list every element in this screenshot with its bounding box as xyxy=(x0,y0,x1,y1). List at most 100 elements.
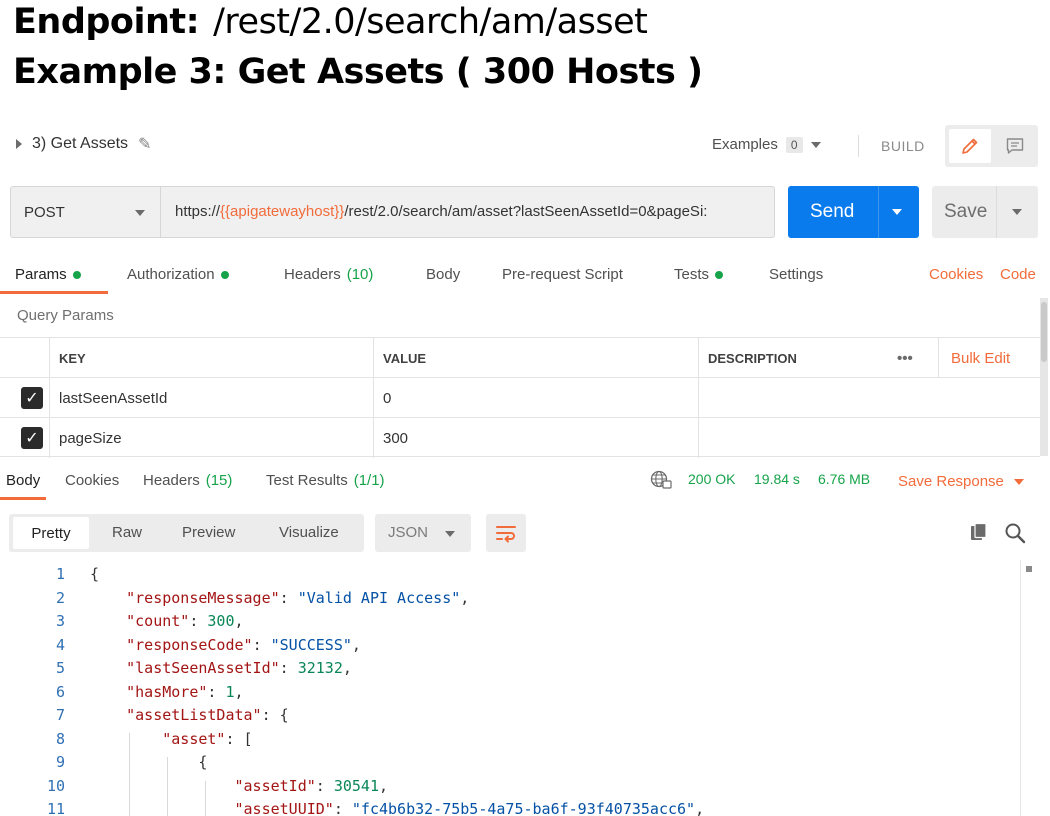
tab-settings[interactable]: Settings xyxy=(769,266,823,283)
line-number: 6 xyxy=(55,682,65,701)
tab-count: (15) xyxy=(205,472,233,489)
more-options-button[interactable]: ••• xyxy=(888,338,938,378)
code-text[interactable]: "responseCode": "SUCCESS", xyxy=(90,636,361,654)
param-key[interactable]: pageSize xyxy=(49,418,373,458)
format-pretty[interactable]: Pretty xyxy=(13,517,89,549)
examples-count-badge: 0 xyxy=(785,136,803,153)
code-text[interactable]: "count": 300, xyxy=(90,612,243,630)
response-tabs: Body Cookies Headers (15) Test Results (1/… xyxy=(0,470,1050,500)
params-scrollbar-thumb[interactable] xyxy=(1041,302,1047,362)
status-dot xyxy=(715,270,724,279)
response-status[interactable]: 200 OK xyxy=(688,471,735,487)
line-number: 9 xyxy=(55,753,65,771)
response-body-code[interactable]: 1{2 "responseMessage": "Valid API Access… xyxy=(0,565,1020,816)
row-checkbox[interactable]: ✓ xyxy=(21,387,43,409)
bulk-edit-link[interactable]: Bulk Edit xyxy=(938,338,1040,378)
language-select[interactable]: JSON xyxy=(375,514,471,552)
param-key[interactable]: lastSeenAssetId xyxy=(49,378,373,418)
divider xyxy=(878,186,879,238)
edit-mode-button[interactable] xyxy=(949,129,991,163)
divider xyxy=(996,186,997,238)
code-text[interactable]: "assetListData": { xyxy=(90,706,289,724)
tab-authorization[interactable]: Authorization xyxy=(127,266,229,283)
request-name[interactable]: 3) Get Assets xyxy=(32,135,128,153)
code-line[interactable]: 4 "responseCode": "SUCCESS", xyxy=(0,636,1020,660)
save-label: Save xyxy=(944,201,988,222)
save-response-dropdown[interactable]: Save Response xyxy=(898,473,1024,490)
param-value[interactable]: 0 xyxy=(373,378,698,418)
code-line[interactable]: 8 "asset": [ xyxy=(0,730,1020,754)
code-text[interactable]: "hasMore": 1, xyxy=(90,683,243,701)
code-line[interactable]: 3 "count": 300, xyxy=(0,612,1020,636)
response-time[interactable]: 19.84 s xyxy=(754,471,800,487)
search-icon[interactable] xyxy=(1004,522,1026,544)
tab-body[interactable]: Body xyxy=(426,266,460,283)
line-number: 2 xyxy=(55,588,65,607)
expand-caret-icon[interactable] xyxy=(16,139,22,149)
column-header-key: KEY xyxy=(49,338,373,378)
chevron-down-icon xyxy=(445,531,455,537)
code-text[interactable]: { xyxy=(90,565,99,583)
save-button[interactable]: Save xyxy=(932,186,1038,238)
wrap-lines-button[interactable] xyxy=(486,514,526,552)
row-checkbox[interactable]: ✓ xyxy=(21,427,43,449)
code-text[interactable]: "assetUUID": "fc4b6b32-75b5-4a75-ba6f-93… xyxy=(90,800,705,816)
format-visualize[interactable]: Visualize xyxy=(279,524,339,541)
code-line[interactable]: 2 "responseMessage": "Valid API Access", xyxy=(0,589,1020,613)
code-text[interactable]: "responseMessage": "Valid API Access", xyxy=(90,589,469,607)
code-line[interactable]: 7 "assetListData": { xyxy=(0,706,1020,730)
comment-icon xyxy=(1006,138,1024,154)
code-line[interactable]: 1{ xyxy=(0,565,1020,589)
code-text[interactable]: "lastSeenAssetId": 32132, xyxy=(90,659,352,677)
tab-tests[interactable]: Tests xyxy=(674,266,724,283)
code-scrollbar-marker[interactable] xyxy=(1026,566,1032,572)
code-scrollbar[interactable] xyxy=(1020,560,1042,816)
endpoint-path: /rest/2.0/search/am/asset xyxy=(213,2,648,42)
save-options-chevron-icon[interactable] xyxy=(1012,209,1022,215)
globe-icon[interactable] xyxy=(650,470,672,490)
copy-icon[interactable] xyxy=(969,522,989,542)
line-number: 3 xyxy=(55,612,65,630)
tab-label: Test Results xyxy=(266,472,348,489)
code-line[interactable]: 9 { xyxy=(0,753,1020,777)
line-number: 4 xyxy=(55,635,65,654)
url-text[interactable]: https://{{apigatewayhost}}/rest/2.0/sear… xyxy=(175,203,707,220)
tab-test-results[interactable]: Test Results (1/1) xyxy=(266,472,385,489)
tab-response-cookies[interactable]: Cookies xyxy=(65,472,119,489)
code-line[interactable]: 11 "assetUUID": "fc4b6b32-75b5-4a75-ba6f… xyxy=(0,800,1020,816)
code-text[interactable]: "assetId": 30541, xyxy=(90,777,389,795)
request-name-group[interactable]: 3) Get Assets ✎ xyxy=(16,134,151,154)
param-description[interactable] xyxy=(698,418,1040,458)
tab-label: Params xyxy=(15,266,67,283)
code-line[interactable]: 10 "assetId": 30541, xyxy=(0,777,1020,801)
pencil-icon[interactable]: ✎ xyxy=(138,134,151,154)
send-button[interactable]: Send xyxy=(788,186,919,238)
format-preview[interactable]: Preview xyxy=(182,524,235,541)
param-description[interactable] xyxy=(698,378,1040,418)
url-input[interactable]: https://{{apigatewayhost}}/rest/2.0/sear… xyxy=(160,186,775,238)
code-line[interactable]: 6 "hasMore": 1, xyxy=(0,683,1020,707)
code-link[interactable]: Code xyxy=(1000,266,1036,283)
code-line[interactable]: 5 "lastSeenAssetId": 32132, xyxy=(0,659,1020,683)
code-text[interactable]: "asset": [ xyxy=(90,730,252,748)
tab-params[interactable]: Params xyxy=(15,266,81,283)
response-size[interactable]: 6.76 MB xyxy=(818,471,870,487)
tab-pre-request-script[interactable]: Pre-request Script xyxy=(502,266,623,283)
method-select[interactable]: POST xyxy=(10,186,160,238)
mode-toggle xyxy=(945,125,1038,167)
code-text[interactable]: { xyxy=(90,753,207,771)
examples-dropdown[interactable]: Examples 0 xyxy=(712,136,821,153)
method-value: POST xyxy=(24,204,65,221)
tab-response-headers[interactable]: Headers (15) xyxy=(143,472,232,489)
cookies-link[interactable]: Cookies xyxy=(929,266,983,283)
chevron-down-icon[interactable] xyxy=(810,141,821,148)
tab-headers[interactable]: Headers (10) xyxy=(284,266,373,283)
url-prefix: https:// xyxy=(175,203,221,220)
tab-response-body[interactable]: Body xyxy=(6,472,40,489)
send-options-chevron-icon[interactable] xyxy=(892,209,902,215)
comments-button[interactable] xyxy=(997,129,1033,163)
tab-count: (10) xyxy=(346,266,374,283)
tab-count: (1/1) xyxy=(353,472,385,489)
format-raw[interactable]: Raw xyxy=(112,524,142,541)
param-value[interactable]: 300 xyxy=(373,418,698,458)
